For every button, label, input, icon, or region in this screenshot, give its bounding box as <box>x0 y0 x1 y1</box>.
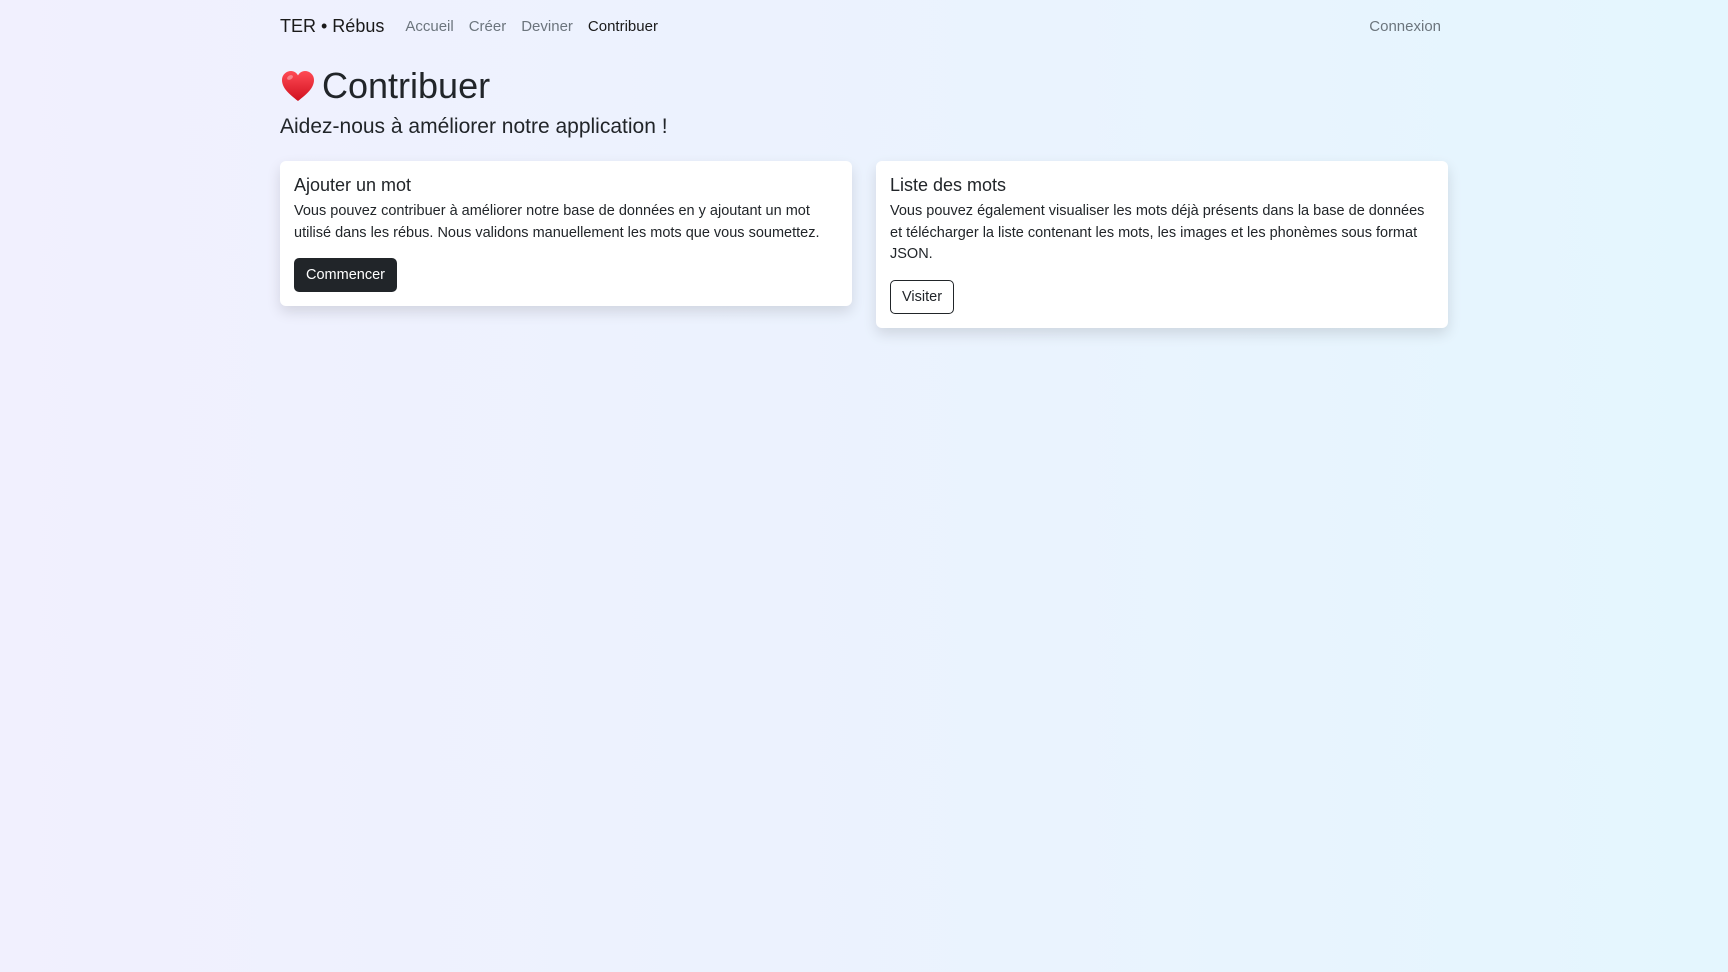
card-title: Ajouter un mot <box>294 175 412 196</box>
visit-button[interactable]: Visiter <box>890 279 955 314</box>
cards-row: Ajouter un mot Vous pouvez contribuer à … <box>280 161 1448 328</box>
card-text: Vous pouvez contribuer à améliorer notre… <box>294 203 820 241</box>
card-add-word: Ajouter un mot Vous pouvez contribuer à … <box>280 161 852 307</box>
page-title-text: Contribuer <box>322 65 491 106</box>
start-button[interactable]: Commencer <box>294 258 397 293</box>
nav-link-creer[interactable]: Créer <box>469 18 507 35</box>
nav-links: Accueil Créer Deviner Contribuer <box>405 18 673 35</box>
page-container: TER • Rébus Accueil Créer Deviner Contri… <box>280 0 1448 328</box>
brand-link[interactable]: TER • Rébus <box>280 16 384 37</box>
heart-icon <box>282 70 314 101</box>
navbar: TER • Rébus Accueil Créer Deviner Contri… <box>280 0 1448 52</box>
login-link[interactable]: Connexion <box>1369 0 1441 52</box>
card-word-list: Liste des mots Vous pouvez également vis… <box>876 161 1448 328</box>
nav-link-accueil[interactable]: Accueil <box>405 18 453 35</box>
card-title: Liste des mots <box>890 175 1007 196</box>
card-text: Vous pouvez également visualiser les mot… <box>890 203 1425 263</box>
page-subtitle: Aidez-nous à améliorer notre application… <box>280 115 668 139</box>
page-title: Contribuer <box>280 64 1448 107</box>
nav-link-deviner[interactable]: Deviner <box>521 18 573 35</box>
nav-link-contribuer[interactable]: Contribuer <box>588 18 658 35</box>
